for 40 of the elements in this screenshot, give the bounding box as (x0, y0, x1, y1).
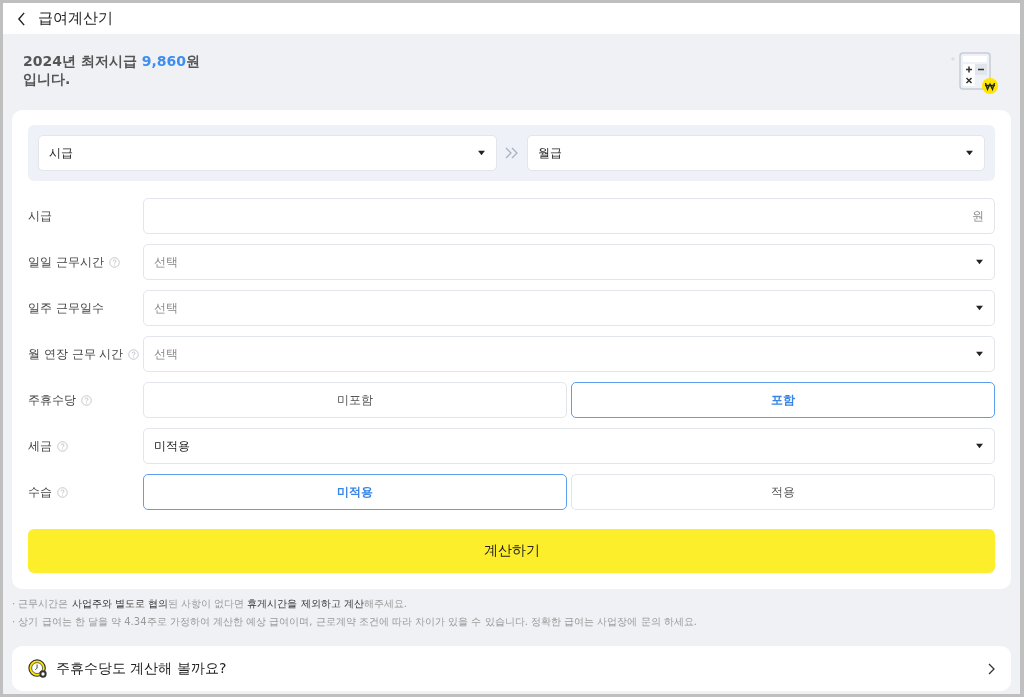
field-label: 수습 (28, 483, 52, 501)
input-field[interactable]: 원 (143, 198, 995, 234)
caret-icon (975, 259, 984, 265)
toggle-option[interactable]: 적용 (571, 474, 995, 510)
select-field[interactable]: 선택 (143, 290, 995, 326)
select-field[interactable]: 선택 (143, 336, 995, 372)
help-icon[interactable] (81, 394, 92, 406)
calculate-button[interactable]: 계산하기 (28, 529, 995, 573)
note-text: · 근무시간은 사업주와 별도로 협의된 사항이 없다면 휴게시간을 제외하고 계산해주세요. (12, 598, 408, 610)
field-label: 세금 (28, 437, 52, 455)
double-chevron-icon (504, 147, 519, 159)
caret-icon (975, 305, 984, 311)
page-title: 급여계산기 (38, 9, 113, 28)
toggle-option[interactable]: 포함 (571, 382, 995, 418)
toggle-option[interactable]: 미적용 (143, 474, 567, 510)
field-label: 일일 근무시간 (28, 253, 104, 271)
calculator-icon (950, 50, 1000, 96)
help-icon[interactable] (57, 440, 68, 452)
field-label: 월 연장 근무 시간 (28, 345, 124, 363)
clock-icon (28, 658, 48, 679)
caret-icon (965, 150, 974, 156)
field-label: 주휴수당 (28, 391, 76, 409)
field-label: 일주 근무일수 (28, 299, 104, 317)
select-field[interactable]: 선택 (143, 244, 995, 280)
help-icon[interactable] (57, 486, 68, 498)
back-icon[interactable] (17, 11, 26, 26)
select-field[interactable]: 월급 (526, 135, 985, 171)
caret-icon (476, 150, 486, 156)
help-icon[interactable] (128, 348, 140, 360)
chevron-right-icon (988, 662, 995, 675)
toggle-option[interactable]: 미포함 (143, 382, 567, 418)
caret-icon (975, 443, 984, 449)
caret-icon (975, 351, 984, 357)
minimum-wage-text: 2024년 최저시급 9,860원 입니다. (23, 52, 200, 88)
field-label: 시급 (28, 207, 52, 225)
promo-card[interactable]: 주휴수당도 계산해 볼까요? (12, 646, 1011, 691)
help-icon[interactable] (108, 256, 120, 268)
note-text: · 상기 급여는 한 달을 약 4.34주로 가정하여 계산한 예상 급여이며, 근로계약 조건에 따라 차이가 있을 수 있습니다. 정확한 급여는 사업장에 문의 하세요. (12, 616, 698, 628)
select-field[interactable]: 미적용 (143, 428, 995, 464)
select-field[interactable]: 시급 (38, 135, 497, 171)
